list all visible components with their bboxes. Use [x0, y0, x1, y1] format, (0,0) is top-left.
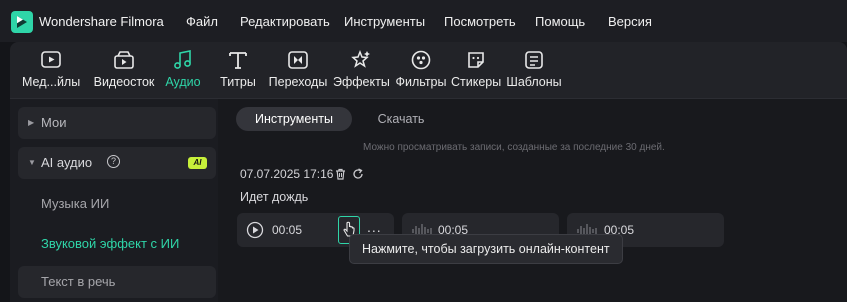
- app-title: Wondershare Filmora: [39, 14, 164, 29]
- record-date: 07.07.2025 17:16: [240, 167, 334, 181]
- media-icon: [41, 51, 61, 68]
- titles-icon: [229, 52, 247, 69]
- refresh-icon[interactable]: [352, 168, 364, 180]
- filmora-logo-icon: [11, 11, 33, 33]
- tab-effects[interactable]: Эффекты: [333, 49, 390, 89]
- sidebar-item-text-to-speech[interactable]: Текст в речь: [18, 266, 216, 298]
- stickers-icon: [468, 52, 484, 68]
- tab-tools[interactable]: Инструменты: [236, 107, 352, 131]
- trash-icon[interactable]: [335, 168, 346, 180]
- sidebar-item-ai-audio[interactable]: ▼ AI аудио ? AI: [18, 147, 216, 179]
- more-options-icon[interactable]: ...: [367, 219, 382, 235]
- download-tooltip: Нажмите, чтобы загрузить онлайн-контент: [349, 234, 623, 264]
- play-icon[interactable]: [246, 221, 264, 239]
- menu-edit[interactable]: Редактировать: [240, 14, 330, 29]
- left-sidebar: ▶ Мои ▼ AI аудио ? AI Музыка ИИ Звуковой…: [10, 99, 218, 302]
- tab-stock-video[interactable]: Видеосток: [92, 49, 156, 89]
- ai-badge: AI: [188, 157, 207, 169]
- stock-video-icon: [114, 51, 134, 69]
- sidebar-item-music-ai[interactable]: Музыка ИИ: [41, 196, 109, 211]
- tab-transitions[interactable]: Переходы: [268, 49, 328, 89]
- sidebar-item-mine[interactable]: ▶ Мои: [18, 107, 216, 139]
- tab-download[interactable]: Скачать: [361, 107, 441, 131]
- tab-stickers[interactable]: Стикеры: [451, 49, 501, 89]
- history-notice: Можно просматривать записи, созданные за…: [363, 142, 665, 153]
- transitions-icon: [288, 51, 308, 69]
- tab-templates[interactable]: Шаблоны: [506, 49, 562, 89]
- templates-icon: [525, 51, 543, 69]
- main-content: Инструменты Скачать Можно просматривать …: [218, 99, 847, 302]
- help-icon[interactable]: ?: [107, 155, 120, 168]
- menu-tools[interactable]: Инструменты: [344, 14, 425, 29]
- menu-view[interactable]: Посмотреть: [444, 14, 516, 29]
- tab-filters[interactable]: Фильтры: [392, 49, 450, 89]
- title-bar: Wondershare Filmora Файл Редактировать И…: [0, 0, 847, 42]
- effects-icon: [351, 49, 370, 68]
- audio-icon: [174, 50, 191, 69]
- tab-titles[interactable]: Титры: [218, 49, 258, 89]
- media-toolbar: Мед...йлы Видеосток Аудио Титры Переходы…: [10, 42, 847, 98]
- clip-duration: 00:05: [272, 223, 303, 237]
- menu-help[interactable]: Помощь: [535, 14, 585, 29]
- record-title: Идет дождь: [240, 190, 309, 204]
- filters-icon: [411, 50, 431, 70]
- caret-down-icon: ▼: [28, 158, 36, 167]
- sidebar-item-sound-effect-ai[interactable]: Звуковой эффект с ИИ: [41, 236, 179, 251]
- tab-media[interactable]: Мед...йлы: [22, 49, 80, 89]
- tab-audio[interactable]: Аудио: [162, 49, 204, 89]
- caret-right-icon: ▶: [28, 118, 35, 127]
- menu-file[interactable]: Файл: [186, 14, 218, 29]
- menu-version[interactable]: Версия: [608, 14, 652, 29]
